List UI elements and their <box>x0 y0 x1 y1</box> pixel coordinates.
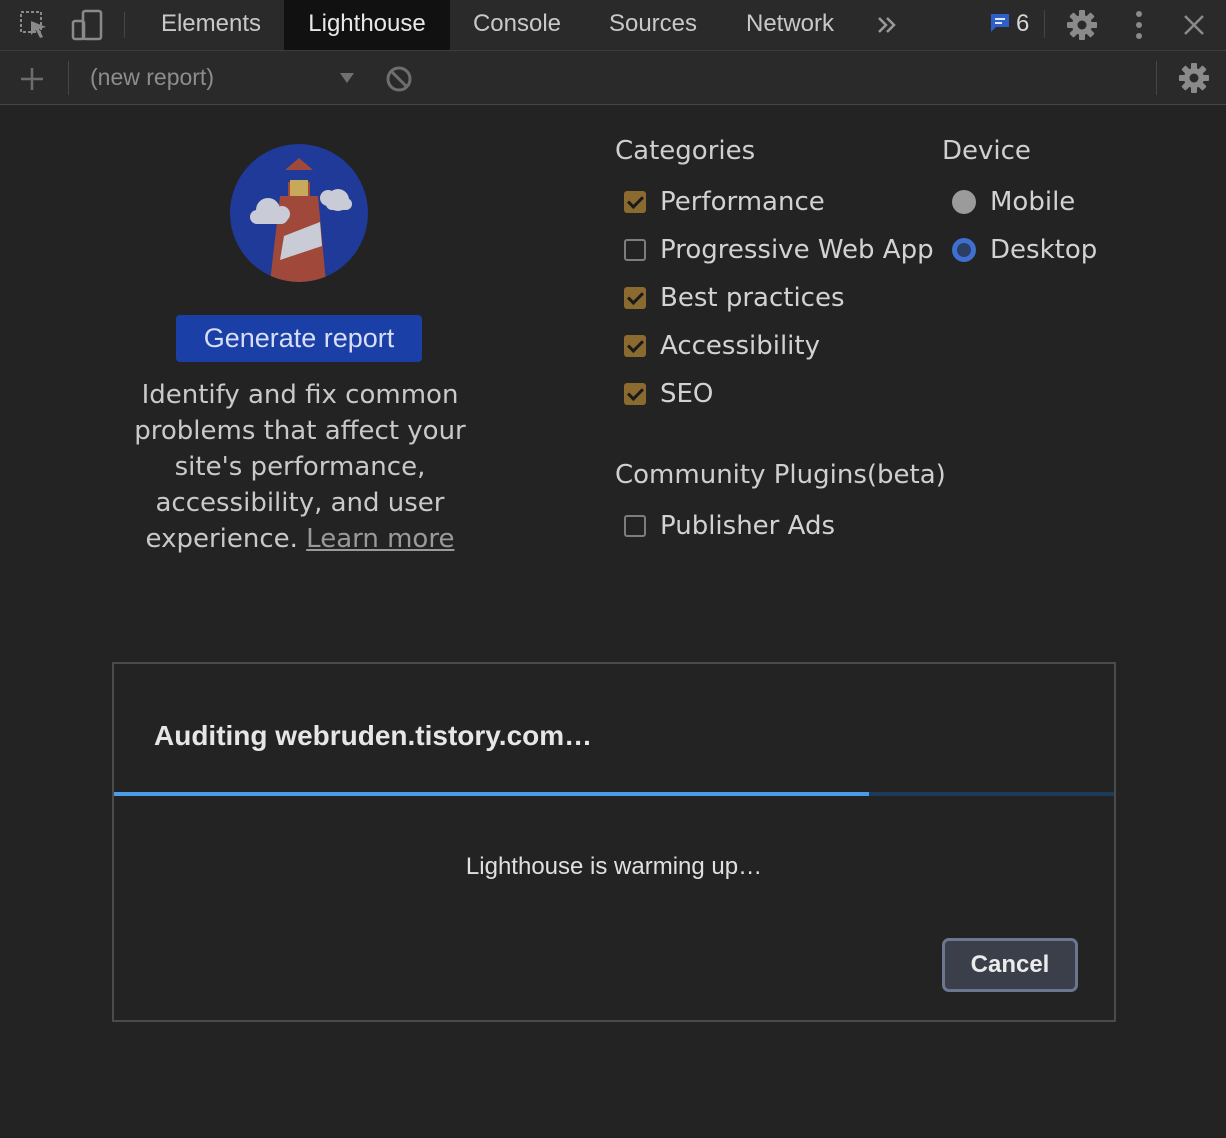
report-selector[interactable]: (new report) <box>90 64 214 91</box>
settings-icon[interactable] <box>1177 61 1211 95</box>
plugin-option-publisher-ads[interactable]: Publisher Ads <box>624 509 835 543</box>
category-option-accessibility[interactable]: Accessibility <box>624 329 820 363</box>
device-option-desktop[interactable]: Desktop <box>952 233 1097 267</box>
category-label: SEO <box>660 379 714 409</box>
dialog-title: Auditing webruden.tistory.com… <box>154 720 593 751</box>
add-icon[interactable] <box>18 65 46 93</box>
toolbar-divider <box>68 61 69 95</box>
learn-more-link[interactable]: Learn more <box>306 524 454 554</box>
device-heading: Device <box>942 136 1031 166</box>
inspect-element-icon[interactable] <box>18 8 50 42</box>
device-toolbar-icon[interactable] <box>70 8 104 42</box>
progress-bar-fill <box>114 792 869 796</box>
more-vertical-icon[interactable] <box>1126 9 1152 41</box>
tab-elements[interactable]: Elements <box>140 0 282 50</box>
tab-network[interactable]: Network <box>724 0 856 50</box>
status-message: Lighthouse is warming up… <box>465 853 763 880</box>
messages-count[interactable]: 6 <box>1016 10 1029 38</box>
category-option-best-practices[interactable]: Best practices <box>624 281 845 315</box>
close-icon[interactable] <box>1180 11 1208 39</box>
checkbox[interactable] <box>624 239 646 261</box>
radio-button[interactable] <box>952 190 976 214</box>
progress-bar <box>114 792 1114 796</box>
device-label: Desktop <box>990 235 1098 265</box>
settings-icon[interactable] <box>1065 8 1099 42</box>
toolbar-divider <box>1156 61 1157 95</box>
plugin-label: Publisher Ads <box>660 511 836 541</box>
checkbox[interactable] <box>624 287 646 309</box>
category-label: Performance <box>660 187 825 217</box>
plugins-heading: Community Plugins(beta) <box>615 460 946 490</box>
device-option-mobile[interactable]: Mobile <box>952 185 1075 219</box>
tab-console[interactable]: Console <box>452 0 582 50</box>
checkbox[interactable] <box>624 383 646 405</box>
dropdown-arrow-icon[interactable] <box>338 71 356 85</box>
category-label: Best practices <box>660 283 845 313</box>
messages-icon[interactable] <box>988 11 1012 35</box>
category-label: Progressive Web App <box>660 235 934 265</box>
devtools-tab-bar: Elements Lighthouse Console Sources Netw… <box>0 0 1226 51</box>
double-chevron-right-icon[interactable] <box>874 13 900 37</box>
categories-heading: Categories <box>615 136 756 166</box>
lighthouse-logo-icon <box>230 144 368 282</box>
device-label: Mobile <box>990 187 1076 217</box>
lighthouse-toolbar: (new report) <box>0 51 1226 105</box>
tab-sources[interactable]: Sources <box>588 0 718 50</box>
generate-report-button[interactable]: Generate report <box>176 315 422 362</box>
tab-divider <box>124 12 125 38</box>
toolbar-divider <box>1044 10 1045 38</box>
radio-button[interactable] <box>952 238 976 262</box>
checkbox[interactable] <box>624 191 646 213</box>
category-option-pwa[interactable]: Progressive Web App <box>624 233 934 267</box>
intro-description-block: Identify and fix common problems that af… <box>100 377 500 557</box>
checkbox[interactable] <box>624 335 646 357</box>
checkbox[interactable] <box>624 515 646 537</box>
cancel-button[interactable]: Cancel <box>942 938 1078 992</box>
category-label: Accessibility <box>660 331 820 361</box>
clear-icon[interactable] <box>384 64 414 94</box>
auditing-dialog: Auditing webruden.tistory.com… Lighthous… <box>112 662 1116 1022</box>
category-option-seo[interactable]: SEO <box>624 377 713 411</box>
tab-lighthouse[interactable]: Lighthouse <box>284 0 450 50</box>
category-option-performance[interactable]: Performance <box>624 185 825 219</box>
